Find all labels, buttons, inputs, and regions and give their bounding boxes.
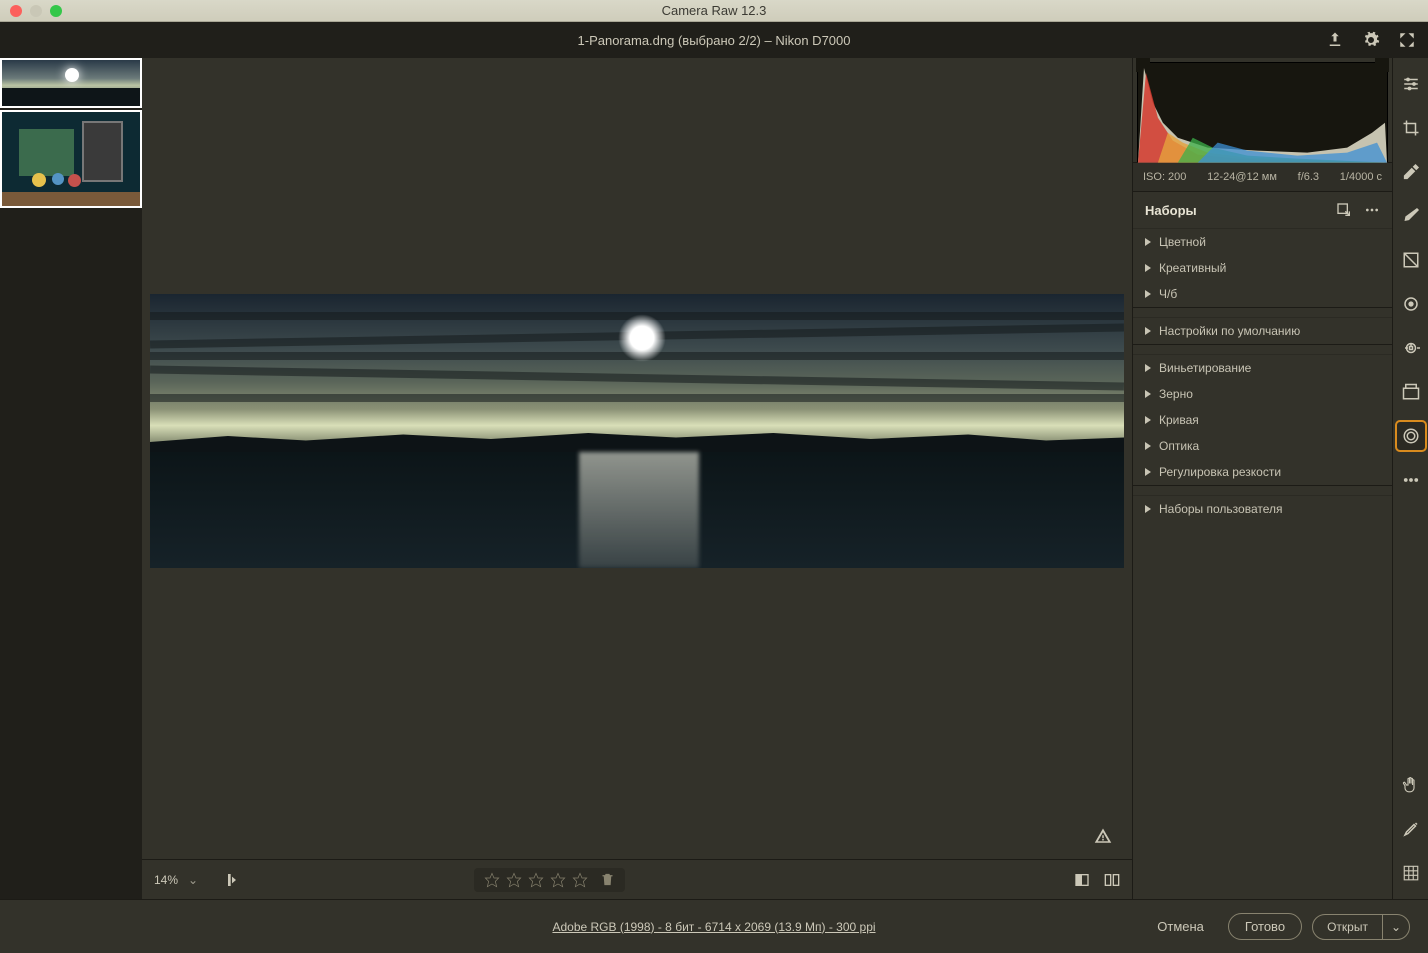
more-tools[interactable] — [1397, 466, 1425, 494]
preset-item[interactable]: Настройки по умолчанию — [1133, 318, 1392, 344]
preset-label: Виньетирование — [1159, 361, 1251, 375]
preset-item[interactable]: Регулировка резкости — [1133, 459, 1392, 485]
redeye-tool[interactable] — [1397, 334, 1425, 362]
chevron-down-icon[interactable]: ⌄ — [1382, 914, 1410, 940]
gear-icon[interactable] — [1362, 31, 1380, 49]
file-title: 1-Panorama.dng (выбрано 2/2) – Nikon D70… — [578, 33, 851, 48]
window-minimize-button[interactable] — [30, 5, 42, 17]
exif-lens: 12-24@12 мм — [1207, 171, 1277, 183]
document-header: 1-Panorama.dng (выбрано 2/2) – Nikon D70… — [0, 22, 1428, 58]
star-2[interactable] — [506, 872, 522, 888]
preset-label: Кривая — [1159, 413, 1199, 427]
window-maximize-button[interactable] — [50, 5, 62, 17]
star-3[interactable] — [528, 872, 544, 888]
hand-tool[interactable] — [1397, 771, 1425, 799]
mac-titlebar: Camera Raw 12.3 — [0, 0, 1428, 22]
filmstrip — [0, 58, 142, 899]
app-title: Camera Raw 12.3 — [662, 3, 767, 18]
preset-label: Креативный — [1159, 261, 1226, 275]
open-label: Открыт — [1312, 914, 1383, 940]
done-button[interactable]: Готово — [1228, 913, 1302, 940]
triangle-right-icon — [1145, 468, 1151, 476]
preset-label: Регулировка резкости — [1159, 465, 1281, 479]
more-icon[interactable] — [1364, 202, 1380, 218]
star-1[interactable] — [484, 872, 500, 888]
before-after-single-icon[interactable] — [1074, 872, 1090, 888]
preset-item[interactable]: Креативный — [1133, 255, 1392, 281]
exif-row: ISO: 200 12-24@12 мм f/6.3 1/4000 c — [1133, 162, 1392, 192]
workflow-link[interactable]: Adobe RGB (1998) - 8 бит - 6714 x 2069 (… — [552, 920, 875, 934]
trash-icon[interactable] — [600, 872, 615, 887]
zoom-value: 14% — [154, 873, 178, 887]
preset-item[interactable]: Ч/б — [1133, 281, 1392, 307]
triangle-right-icon — [1145, 238, 1151, 246]
preset-item[interactable]: Виньетирование — [1133, 355, 1392, 381]
canvas[interactable] — [142, 58, 1132, 859]
preset-label: Настройки по умолчанию — [1159, 324, 1300, 338]
open-button[interactable]: Открыт ⌄ — [1312, 914, 1410, 940]
radial-tool[interactable] — [1397, 290, 1425, 318]
create-preset-icon[interactable] — [1336, 202, 1352, 218]
export-icon[interactable] — [1326, 31, 1344, 49]
zoom-dropdown[interactable]: 14% ⌄ — [154, 873, 212, 887]
rating-bar — [474, 868, 625, 892]
eyedropper-tool[interactable] — [1397, 158, 1425, 186]
before-after-split-icon[interactable] — [1104, 872, 1120, 888]
thumbnail-2[interactable] — [0, 110, 142, 208]
panel-title: Наборы — [1145, 203, 1197, 218]
triangle-right-icon — [1145, 327, 1151, 335]
preset-label: Оптика — [1159, 439, 1199, 453]
canvas-footer: 14% ⌄ — [142, 859, 1132, 899]
triangle-right-icon — [1145, 416, 1151, 424]
filmstrip-toggle-icon[interactable] — [226, 872, 242, 888]
star-5[interactable] — [572, 872, 588, 888]
bottom-bar: Adobe RGB (1998) - 8 бит - 6714 x 2069 (… — [0, 899, 1428, 953]
exif-aperture: f/6.3 — [1298, 171, 1319, 183]
warning-icon[interactable] — [1094, 827, 1112, 845]
triangle-right-icon — [1145, 290, 1151, 298]
preset-label: Цветной — [1159, 235, 1206, 249]
brush-tool[interactable] — [1397, 202, 1425, 230]
edit-tool[interactable] — [1397, 70, 1425, 98]
preset-label: Зерно — [1159, 387, 1193, 401]
panel-title-row: Наборы — [1133, 192, 1392, 228]
triangle-right-icon — [1145, 442, 1151, 450]
thumbnail-1[interactable] — [0, 58, 142, 108]
presets-tool[interactable] — [1397, 422, 1425, 450]
snapshot-tool[interactable] — [1397, 378, 1425, 406]
triangle-right-icon — [1145, 390, 1151, 398]
preset-item[interactable]: Наборы пользователя — [1133, 496, 1392, 522]
preview-image — [150, 294, 1124, 568]
chevron-down-icon: ⌄ — [188, 873, 198, 887]
preset-item[interactable]: Зерно — [1133, 381, 1392, 407]
cancel-button[interactable]: Отмена — [1143, 913, 1218, 940]
exif-shutter: 1/4000 c — [1340, 171, 1382, 183]
histogram[interactable] — [1137, 62, 1388, 162]
triangle-right-icon — [1145, 364, 1151, 372]
star-4[interactable] — [550, 872, 566, 888]
preset-label: Наборы пользователя — [1159, 502, 1283, 516]
preset-item[interactable]: Кривая — [1133, 407, 1392, 433]
preset-item[interactable]: Оптика — [1133, 433, 1392, 459]
preset-item[interactable]: Цветной — [1133, 229, 1392, 255]
fullscreen-icon[interactable] — [1398, 31, 1416, 49]
preset-label: Ч/б — [1159, 287, 1177, 301]
triangle-right-icon — [1145, 505, 1151, 513]
grid-tool[interactable] — [1397, 859, 1425, 887]
crop-tool[interactable] — [1397, 114, 1425, 142]
gradient-tool[interactable] — [1397, 246, 1425, 274]
window-close-button[interactable] — [10, 5, 22, 17]
triangle-right-icon — [1145, 264, 1151, 272]
tool-strip — [1392, 58, 1428, 899]
exif-iso: ISO: 200 — [1143, 171, 1186, 183]
color-sampler-tool[interactable] — [1397, 815, 1425, 843]
right-panel: ISO: 200 12-24@12 мм f/6.3 1/4000 c Набо… — [1132, 58, 1392, 899]
